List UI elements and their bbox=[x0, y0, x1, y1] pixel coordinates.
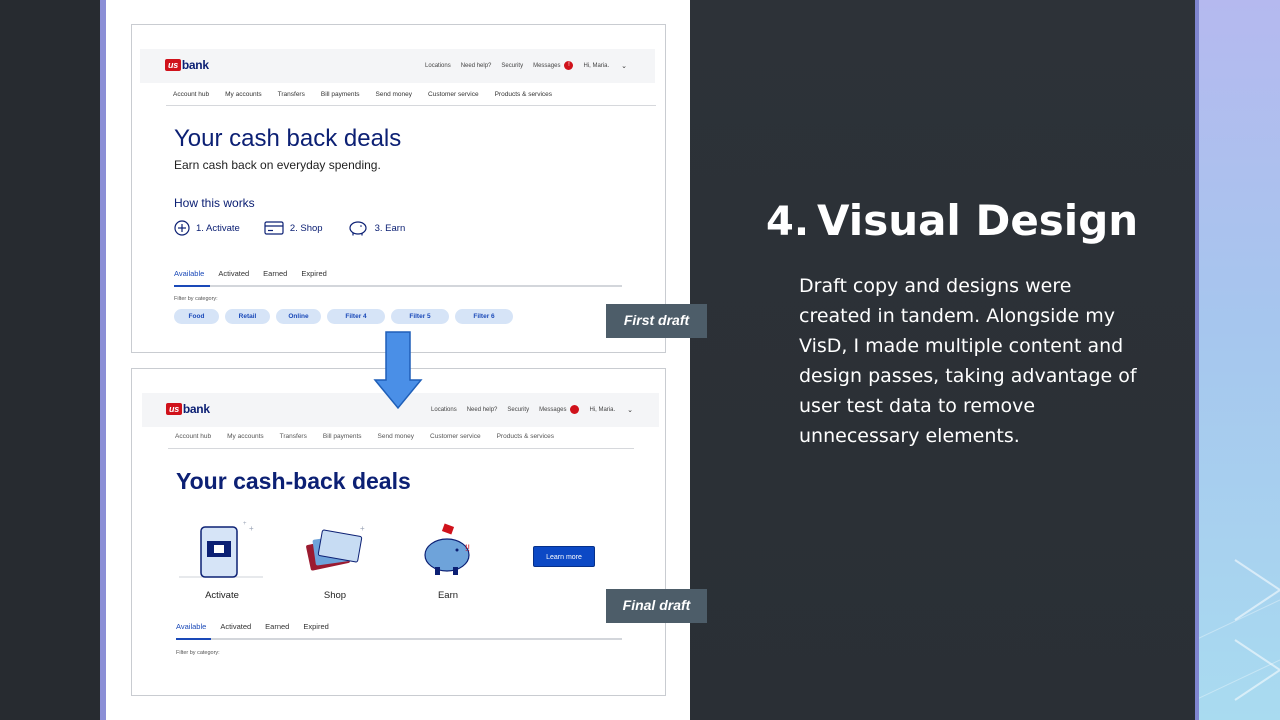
util-locations[interactable]: Locations bbox=[425, 63, 451, 69]
tab-available[interactable]: Available bbox=[174, 269, 204, 278]
final-draft-tag: Final draft bbox=[606, 589, 707, 623]
nav-divider bbox=[168, 448, 634, 449]
chip-online[interactable]: Online bbox=[276, 309, 321, 324]
piggy-bank-icon bbox=[348, 221, 367, 236]
chip-filter-5[interactable]: Filter 5 bbox=[391, 309, 449, 324]
nav-products-services[interactable]: Products & services bbox=[497, 433, 554, 440]
tab-active-indicator bbox=[176, 638, 211, 640]
chip-food[interactable]: Food bbox=[174, 309, 219, 324]
nav-account-hub[interactable]: Account hub bbox=[175, 433, 211, 440]
nav-transfers[interactable]: Transfers bbox=[280, 433, 307, 440]
tab-expired[interactable]: Expired bbox=[303, 622, 328, 631]
utility-nav: Locations Need help? Security Messages !… bbox=[425, 61, 627, 70]
steps-row: 1. Activate 2. Shop 3. Earn bbox=[174, 220, 429, 236]
tab-earned[interactable]: Earned bbox=[265, 622, 289, 631]
tab-activated[interactable]: Activated bbox=[218, 269, 249, 278]
filter-label: Filter by category: bbox=[176, 650, 220, 656]
tab-available[interactable]: Available bbox=[176, 622, 206, 631]
decorative-gradient bbox=[1195, 0, 1280, 720]
step-earn: 3. Earn bbox=[347, 220, 405, 236]
util-messages[interactable]: Messages bbox=[539, 407, 566, 413]
nav-bill-payments[interactable]: Bill payments bbox=[321, 91, 360, 98]
svg-text:+: + bbox=[249, 524, 254, 533]
nav-divider bbox=[166, 105, 656, 106]
phone-illustration: + + bbox=[179, 521, 263, 578]
how-it-works-heading: How this works bbox=[174, 196, 255, 210]
nav-customer-service[interactable]: Customer service bbox=[430, 433, 481, 440]
greeting[interactable]: Hi, Maria. bbox=[589, 407, 615, 413]
first-draft-mockup: us bank Locations Need help? Security Mes… bbox=[131, 24, 666, 353]
greeting[interactable]: Hi, Maria. bbox=[583, 63, 609, 69]
usbank-logo[interactable]: us bank bbox=[165, 58, 209, 72]
step-activate: 1. Activate bbox=[174, 220, 240, 236]
util-need-help[interactable]: Need help? bbox=[461, 63, 492, 69]
nav-my-accounts[interactable]: My accounts bbox=[227, 433, 264, 440]
svg-text:+: + bbox=[243, 521, 247, 527]
messages-badge bbox=[570, 405, 580, 414]
utility-nav: Locations Need help? Security Messages H… bbox=[431, 405, 633, 414]
svg-text:+: + bbox=[360, 524, 365, 533]
util-locations[interactable]: Locations bbox=[431, 407, 457, 413]
util-need-help[interactable]: Need help? bbox=[467, 407, 498, 413]
nav-my-accounts[interactable]: My accounts bbox=[225, 91, 262, 98]
slide-title-number: 4. bbox=[766, 199, 810, 245]
illus-label-activate: Activate bbox=[205, 590, 239, 601]
messages-badge: ! bbox=[564, 61, 574, 70]
nav-transfers[interactable]: Transfers bbox=[278, 91, 305, 98]
util-security[interactable]: Security bbox=[507, 407, 529, 413]
step-shop: 2. Shop bbox=[264, 221, 323, 235]
tabs-underline bbox=[174, 285, 622, 287]
page-title: Your cash-back deals bbox=[176, 468, 411, 494]
util-messages[interactable]: Messages bbox=[533, 63, 560, 69]
chevron-down-icon[interactable]: ⌄ bbox=[627, 406, 633, 414]
nav-account-hub[interactable]: Account hub bbox=[173, 91, 209, 98]
down-arrow-icon bbox=[373, 331, 423, 410]
tabs-underline bbox=[176, 638, 622, 640]
category-chips: Food Retail Online Filter 4 Filter 5 Fil… bbox=[174, 309, 513, 324]
chip-filter-6[interactable]: Filter 6 bbox=[455, 309, 513, 324]
page-subtitle: Earn cash back on everyday spending. bbox=[174, 158, 381, 172]
svg-text:!!: !! bbox=[465, 543, 470, 553]
tab-earned[interactable]: Earned bbox=[263, 269, 287, 278]
final-draft-mockup: us bank Locations Need help? Security Mes… bbox=[131, 368, 666, 696]
filter-label: Filter by category: bbox=[174, 296, 218, 302]
nav-send-money[interactable]: Send money bbox=[376, 91, 413, 98]
tab-expired[interactable]: Expired bbox=[301, 269, 326, 278]
slide-body: Draft copy and designs were created in t… bbox=[799, 275, 1137, 447]
tab-active-indicator bbox=[174, 285, 210, 287]
first-draft-tag: First draft bbox=[606, 304, 707, 338]
nav-send-money[interactable]: Send money bbox=[378, 433, 415, 440]
page-title: Your cash back deals bbox=[174, 125, 402, 152]
nav-customer-service[interactable]: Customer service bbox=[428, 91, 479, 98]
cards-illustration: + bbox=[306, 524, 365, 571]
slide-title: 4. Visual Design bbox=[766, 196, 1138, 245]
nav-bill-payments[interactable]: Bill payments bbox=[323, 433, 362, 440]
offer-tabs: Available Activated Earned Expired bbox=[176, 622, 329, 631]
offer-tabs: Available Activated Earned Expired bbox=[174, 269, 327, 278]
piggy-bank-illustration: !! bbox=[424, 523, 470, 575]
illus-label-shop: Shop bbox=[323, 590, 347, 601]
decorative-chevrons bbox=[1195, 559, 1280, 701]
learn-more-button[interactable]: Learn more bbox=[533, 546, 595, 567]
chip-retail[interactable]: Retail bbox=[225, 309, 270, 324]
gradient-edge-line bbox=[1195, 0, 1199, 720]
util-security[interactable]: Security bbox=[501, 63, 523, 69]
top-bar: us bank Locations Need help? Security Mes… bbox=[140, 49, 655, 83]
shop-illustration: + Shop bbox=[290, 521, 380, 601]
nav-products-services[interactable]: Products & services bbox=[495, 91, 552, 98]
main-nav: Account hub My accounts Transfers Bill p… bbox=[175, 433, 554, 440]
left-background bbox=[0, 0, 100, 720]
chevron-down-icon[interactable]: ⌄ bbox=[621, 62, 627, 70]
illus-label-earn: Earn bbox=[437, 590, 459, 601]
earn-illustration: !! Earn bbox=[403, 521, 493, 601]
credit-card-icon bbox=[264, 221, 284, 235]
usbank-logo[interactable]: us bank bbox=[166, 402, 210, 416]
slide-title-text: Visual Design bbox=[817, 196, 1139, 245]
tab-activated[interactable]: Activated bbox=[220, 622, 251, 631]
plus-circle-icon bbox=[174, 220, 190, 236]
activate-illustration: + + Activate bbox=[177, 521, 267, 601]
main-nav: Account hub My accounts Transfers Bill p… bbox=[173, 91, 552, 98]
chip-filter-4[interactable]: Filter 4 bbox=[327, 309, 385, 324]
